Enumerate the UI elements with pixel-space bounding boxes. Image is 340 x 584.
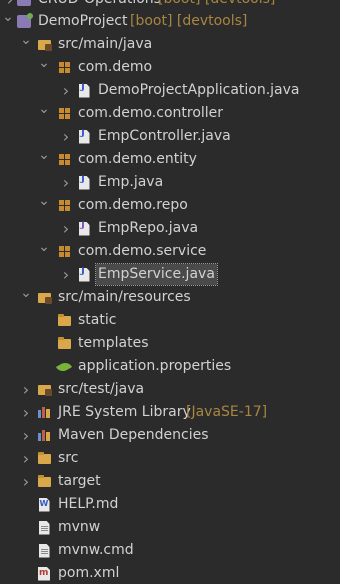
tree-item-label: src/main/resources [58,289,191,305]
folder-icon [56,309,72,332]
file-icon [36,539,52,562]
package-icon [56,240,72,263]
chevron-down-icon[interactable] [38,102,50,125]
java-class-icon [76,125,92,148]
tree-item-demoprojectapplication[interactable]: DemoProjectApplication.java [0,79,340,102]
tree-item-templates[interactable]: templates [0,332,340,355]
java-class-icon [76,263,92,286]
tree-item-label: static [78,312,117,328]
tree-item-emp[interactable]: Emp.java [0,171,340,194]
tree-item-label: src/test/java [58,381,145,397]
tree-item-src-main-java[interactable]: src/main/java [0,33,340,56]
tree-item-empcontroller[interactable]: EmpController.java [0,125,340,148]
chevron-down-icon[interactable] [38,240,50,263]
tree-item-label: mvnw [58,519,101,535]
jre-version-decoration: [JavaSE-17] [186,404,268,420]
tree-item-com-demo-service[interactable]: com.demo.service [0,240,340,263]
tree-item-target[interactable]: target [0,470,340,493]
maven-pom-icon [36,562,52,584]
package-icon [56,194,72,217]
source-folder-icon [36,378,52,401]
java-class-icon [76,79,92,102]
folder-icon [56,332,72,355]
chevron-down-icon[interactable] [38,194,50,217]
chevron-right-icon[interactable] [20,378,32,401]
chevron-right-icon[interactable] [60,171,72,194]
tree-item-label: DemoProject [38,13,128,29]
word-file-icon [36,493,52,516]
tree-item-label: com.demo.repo [78,197,188,213]
tree-item-maven-dependencies[interactable]: Maven Dependencies [0,424,340,447]
chevron-right-icon[interactable] [20,470,32,493]
file-icon [36,516,52,539]
tree-item-label: JRE System Library [58,404,191,420]
tree-item-label: com.demo [78,59,153,75]
library-icon [36,424,52,447]
project-decoration: [boot] [devtools] [130,13,248,29]
tree-item-src-test-java[interactable]: src/test/java [0,378,340,401]
chevron-down-icon[interactable] [38,148,50,171]
tree-item-label-selected: EmpService.java [95,263,218,286]
tree-item-label: EmpController.java [98,128,231,144]
folder-icon [36,470,52,493]
tree-item-label: pom.xml [58,565,120,581]
tree-item-label: Emp.java [98,174,164,190]
tree-item-help-md[interactable]: HELP.md [0,493,340,516]
tree-item-label: Maven Dependencies [58,427,209,443]
tree-item-label: target [58,473,101,489]
tree-item-jre-system-library[interactable]: JRE System Library [JavaSE-17] [0,401,340,424]
tree-item-com-demo[interactable]: com.demo [0,56,340,79]
package-icon [56,56,72,79]
tree-item-label: EmpRepo.java [98,220,199,236]
tree-item-demoproject[interactable]: DemoProject [boot] [devtools] [0,10,340,33]
chevron-right-icon[interactable] [60,79,72,102]
java-class-icon [76,171,92,194]
tree-item-mvnw-cmd[interactable]: mvnw.cmd [0,539,340,562]
tree-item-com-demo-controller[interactable]: com.demo.controller [0,102,340,125]
leaf-icon [55,355,73,378]
tree-item-emprepo[interactable]: EmpRepo.java [0,217,340,240]
tree-item-label: templates [78,335,149,351]
java-interface-icon [76,217,92,240]
package-icon [56,102,72,125]
tree-item-mvnw[interactable]: mvnw [0,516,340,539]
chevron-right-icon[interactable] [60,217,72,240]
chevron-down-icon[interactable] [20,286,32,309]
chevron-right-icon[interactable] [20,447,32,470]
tree-item-label: com.demo.entity [78,151,197,167]
tree-item-src-main-resources[interactable]: src/main/resources [0,286,340,309]
chevron-down-icon[interactable] [20,33,32,56]
tree-item-empservice[interactable]: EmpService.java [0,263,340,286]
library-icon [36,401,52,424]
package-icon [56,148,72,171]
tree-item-com-demo-entity[interactable]: com.demo.entity [0,148,340,171]
chevron-down-icon[interactable] [38,56,50,79]
tree-item-label: src/main/java [58,36,153,52]
tree-item-label: com.demo.service [78,243,207,259]
source-folder-icon [36,33,52,56]
tree-item-static[interactable]: static [0,309,340,332]
tree-item-label: src [58,450,79,466]
tree-item-pom-xml[interactable]: pom.xml [0,562,340,584]
chevron-right-icon[interactable] [20,424,32,447]
tree-item-src[interactable]: src [0,447,340,470]
chevron-right-icon[interactable] [60,263,72,286]
tree-item-label: mvnw.cmd [58,542,134,558]
source-folder-icon [36,286,52,309]
tree-item-label: com.demo.controller [78,105,224,121]
tree-item-label: application.properties [78,358,232,374]
project-icon [16,10,33,33]
folder-icon [36,447,52,470]
tree-item-application-properties[interactable]: application.properties [0,355,340,378]
tree-item-com-demo-repo[interactable]: com.demo.repo [0,194,340,217]
chevron-right-icon[interactable] [20,401,32,424]
tree-item-label: HELP.md [58,496,119,512]
project-explorer-tree: CRUD-Operations [boot] [devtools] DemoPr… [0,0,340,584]
chevron-down-icon[interactable] [2,10,14,33]
tree-item-label: DemoProjectApplication.java [98,82,300,98]
chevron-right-icon[interactable] [60,125,72,148]
